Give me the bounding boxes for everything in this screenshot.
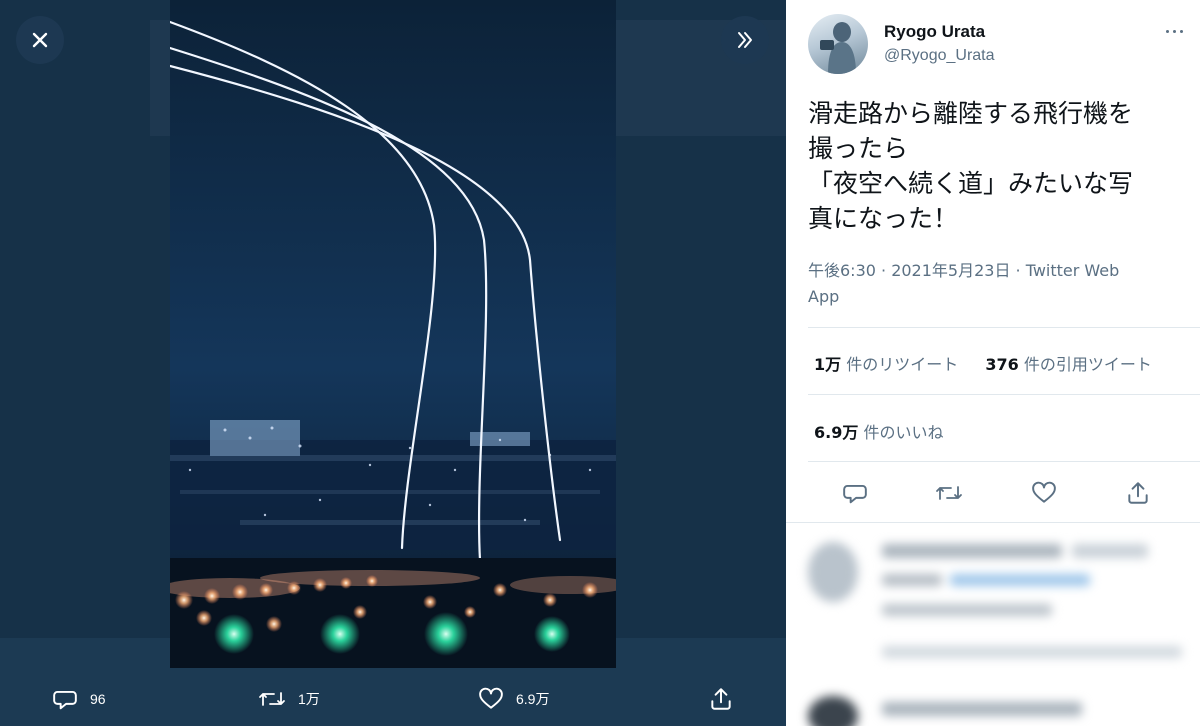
reply-line	[1072, 544, 1148, 558]
more-dots-icon[interactable]	[1162, 22, 1186, 40]
likes-row: 6.9万 件のいいね	[814, 419, 943, 443]
quotes-label: 件の引用ツイート	[1018, 355, 1152, 374]
reply-line	[882, 646, 1182, 658]
blurred-replies	[786, 524, 1200, 726]
quotes-count: 376	[985, 355, 1019, 374]
retweets-stat[interactable]: 1万 件のリツイート	[814, 355, 958, 374]
media-action-bar: 96 1万 6.9万	[0, 676, 786, 726]
reply-button[interactable]	[840, 478, 870, 508]
avatar-figure	[820, 22, 856, 74]
divider	[808, 327, 1200, 328]
likes-stat[interactable]: 6.9万 件のいいね	[814, 423, 943, 442]
media-reply-count: 96	[90, 691, 106, 707]
tweet-detail-panel: Ryogo Urata @Ryogo_Urata 滑走路から離陸する飛行機を 撮…	[786, 0, 1200, 726]
reply-line	[882, 604, 1052, 616]
media-reply-button[interactable]: 96	[52, 684, 106, 714]
like-button[interactable]	[1029, 478, 1059, 508]
tweet-timestamp[interactable]: 午後6:30 · 2021年5月23日 · Twitter Web App	[808, 258, 1168, 310]
reply-line	[882, 544, 1062, 558]
share-icon	[1128, 482, 1148, 504]
tweet-text: 滑走路から離陸する飛行機を 撮ったら 「夜空へ続く道」みたいな写 真になった！	[808, 96, 1200, 236]
share-icon	[711, 688, 731, 710]
runway-night-photo	[170, 0, 616, 668]
retweets-count: 1万	[814, 355, 842, 374]
tweet-action-bar	[786, 470, 1200, 514]
toggle-panel-button[interactable]	[721, 16, 769, 64]
media-viewer: 96 1万 6.9万	[0, 0, 786, 726]
close-button[interactable]	[16, 16, 64, 64]
reply-line	[882, 574, 942, 586]
avatar[interactable]	[808, 14, 868, 74]
media-like-button[interactable]: 6.9万	[478, 684, 549, 714]
retweet-button[interactable]	[934, 478, 964, 508]
tweet-text-line: 滑走路から離陸する飛行機を	[808, 99, 1134, 128]
media-retweet-button[interactable]: 1万	[258, 684, 320, 714]
retweet-icon	[259, 692, 285, 706]
divider	[808, 394, 1200, 395]
media-share-button[interactable]	[708, 684, 734, 714]
reply-line	[882, 702, 1082, 716]
reply-avatar	[808, 696, 858, 726]
close-icon	[32, 32, 48, 48]
tweet-text-line: 撮ったら	[808, 134, 909, 163]
quotes-stat[interactable]: 376 件の引用ツイート	[985, 355, 1152, 374]
stats-row: 1万 件のリツイート 376 件の引用ツイート	[814, 351, 1152, 375]
likes-label: 件のいいね	[858, 423, 944, 442]
heart-icon	[479, 687, 503, 709]
comment-icon	[843, 484, 867, 504]
tweet-text-line: 真になった！	[808, 204, 959, 233]
likes-count: 6.9万	[814, 423, 859, 442]
double-chevron-right-icon	[738, 32, 752, 48]
reply-line	[950, 574, 1090, 586]
tweet-text-line: 「夜空へ続く道」みたいな写	[808, 169, 1134, 198]
media-retweet-count: 1万	[298, 691, 320, 707]
divider	[808, 461, 1200, 462]
author-handle[interactable]: @Ryogo_Urata	[884, 47, 995, 65]
tweet-meta-line: 午後6:30 · 2021年5月23日 · Twitter Web	[808, 261, 1120, 280]
media-like-count: 6.9万	[516, 691, 550, 707]
comment-icon	[53, 690, 77, 710]
author-name[interactable]: Ryogo Urata	[884, 22, 985, 42]
retweets-label: 件のリツイート	[841, 355, 959, 374]
tweet-meta-line: App	[808, 287, 840, 306]
share-button[interactable]	[1123, 478, 1153, 508]
divider	[786, 522, 1200, 523]
retweet-icon	[936, 486, 962, 500]
heart-icon	[1032, 481, 1056, 503]
tweet-photo[interactable]	[170, 0, 616, 668]
reply-avatar	[808, 542, 858, 602]
